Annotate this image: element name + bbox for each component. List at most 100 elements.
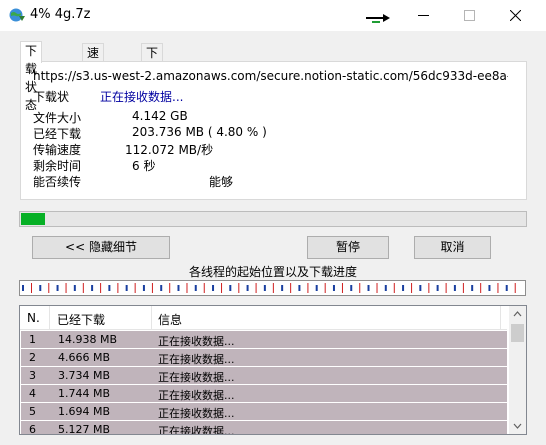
download-progress-icon — [366, 14, 390, 23]
tab-speed-limit[interactable]: 速度限制 — [82, 43, 105, 114]
thread-progress-marker — [56, 285, 59, 291]
row-downloaded: 14.938 MB — [58, 333, 118, 346]
speed-label: 传输速度 — [33, 143, 82, 157]
scroll-up-icon[interactable] — [509, 306, 526, 323]
row-info: 正在接收数据... — [158, 425, 235, 435]
globe-download-icon — [9, 8, 25, 22]
file-size-value: 4.142 GB — [132, 109, 188, 123]
progress-fill — [21, 213, 45, 225]
downloaded-value: 203.736 MB ( 4.80 % ) — [132, 125, 267, 139]
row-downloaded: 3.734 MB — [58, 369, 111, 382]
cancel-button[interactable]: 取消 — [414, 236, 491, 259]
window-title: 4% 4g.7z — [30, 7, 91, 22]
thread-progress-marker — [332, 285, 335, 291]
pause-button[interactable]: 暂停 — [307, 236, 389, 259]
thread-start-marker — [428, 283, 430, 293]
row-number: 2 — [29, 351, 36, 364]
scrollbar-thumb[interactable] — [511, 324, 524, 342]
col-header-number[interactable]: N. — [27, 311, 40, 325]
remaining-time-label: 剩余时间 — [33, 159, 82, 173]
list-scrollbar[interactable] — [509, 306, 526, 434]
thread-progress-marker — [160, 285, 163, 291]
thread-list: N. 已经下载 信息 1 14.938 MB 正在接收数据... 2 4.666 MB 正… — [19, 305, 527, 435]
thread-start-marker — [462, 283, 464, 293]
thread-start-marker — [221, 283, 223, 293]
list-item[interactable]: 1 14.938 MB 正在接收数据... — [21, 331, 507, 348]
thread-progress-marker — [298, 285, 301, 291]
thread-start-marker — [411, 283, 413, 293]
thread-start-marker — [255, 283, 257, 293]
thread-progress-marker — [436, 285, 439, 291]
col-header-info[interactable]: 信息 — [158, 311, 182, 328]
row-downloaded: 1.744 MB — [58, 387, 111, 400]
thread-progress-marker — [229, 285, 232, 291]
list-item[interactable]: 2 4.666 MB 正在接收数据... — [21, 349, 507, 366]
row-info: 正在接收数据... — [158, 371, 235, 384]
thread-progress-marker — [384, 285, 387, 291]
list-header: N. 已经下载 信息 — [20, 306, 507, 330]
resume-label: 能否续传 — [33, 175, 82, 189]
speed-value: 112.072 MB/秒 — [125, 143, 214, 157]
thread-progress-marker — [212, 285, 215, 291]
maximize-icon — [463, 10, 475, 21]
thread-start-marker — [359, 283, 361, 293]
tab-label: 下载状态 — [25, 44, 38, 112]
thread-progress-marker — [402, 285, 405, 291]
scroll-down-icon[interactable] — [509, 417, 526, 434]
row-downloaded: 4.666 MB — [58, 351, 111, 364]
row-number: 6 — [29, 423, 36, 435]
thread-progress-marker — [22, 285, 24, 291]
hide-details-button[interactable]: << 隐藏细节 — [32, 236, 170, 259]
thread-start-marker — [117, 283, 119, 293]
thread-progress-marker — [488, 285, 491, 291]
thread-progress-marker — [194, 285, 197, 291]
row-info: 正在接收数据... — [158, 335, 235, 348]
thread-progress-marker — [367, 285, 370, 291]
list-item[interactable]: 6 5.127 MB 正在接收数据... — [21, 421, 507, 435]
thread-start-marker — [445, 283, 447, 293]
thread-progress-marker — [350, 285, 353, 291]
maximize-button[interactable] — [446, 0, 492, 31]
thread-progress-marker — [315, 285, 318, 291]
thread-progress-marker — [419, 285, 422, 291]
file-size-label: 文件大小 — [33, 111, 82, 125]
thread-start-marker — [290, 283, 292, 293]
thread-progress-strip — [19, 280, 526, 296]
list-item[interactable]: 3 3.734 MB 正在接收数据... — [21, 367, 507, 384]
row-downloaded: 5.127 MB — [58, 423, 111, 435]
thread-start-marker — [203, 283, 205, 293]
column-divider — [500, 306, 501, 329]
thread-start-marker — [324, 283, 326, 293]
row-number: 1 — [29, 333, 36, 346]
thread-start-marker — [48, 283, 50, 293]
minimize-icon — [417, 15, 429, 16]
thread-progress-marker — [471, 285, 474, 291]
close-button[interactable] — [492, 0, 538, 31]
minimize-button[interactable] — [400, 0, 446, 31]
thread-progress-marker — [142, 285, 145, 291]
column-divider — [151, 306, 152, 329]
list-item[interactable]: 4 1.744 MB 正在接收数据... — [21, 385, 507, 402]
thread-start-marker — [393, 283, 395, 293]
thread-start-marker — [238, 283, 240, 293]
tab-completion-options[interactable]: 下载完成选项 — [141, 43, 164, 150]
title-bar: 4% 4g.7z — [0, 0, 546, 31]
download-progress-bar — [19, 211, 527, 227]
thread-start-marker — [82, 283, 84, 293]
thread-start-marker — [134, 283, 136, 293]
thread-progress-marker — [453, 285, 456, 291]
thread-progress-marker — [73, 285, 76, 291]
status-value: 正在接收数据... — [100, 90, 184, 104]
row-info: 正在接收数据... — [158, 389, 235, 402]
column-divider — [49, 306, 50, 329]
col-header-downloaded[interactable]: 已经下载 — [57, 311, 105, 328]
thread-start-marker — [376, 283, 378, 293]
tab-download-status[interactable]: 下载状态 — [20, 41, 43, 112]
row-info: 正在接收数据... — [158, 407, 235, 420]
thread-start-marker — [100, 283, 102, 293]
thread-start-marker — [151, 283, 153, 293]
status-panel: https://s3.us-west-2.amazonaws.com/secur… — [20, 61, 527, 200]
thread-start-marker — [480, 283, 482, 293]
list-item[interactable]: 5 1.694 MB 正在接收数据... — [21, 403, 507, 420]
remaining-time-value: 6 秒 — [132, 159, 156, 173]
